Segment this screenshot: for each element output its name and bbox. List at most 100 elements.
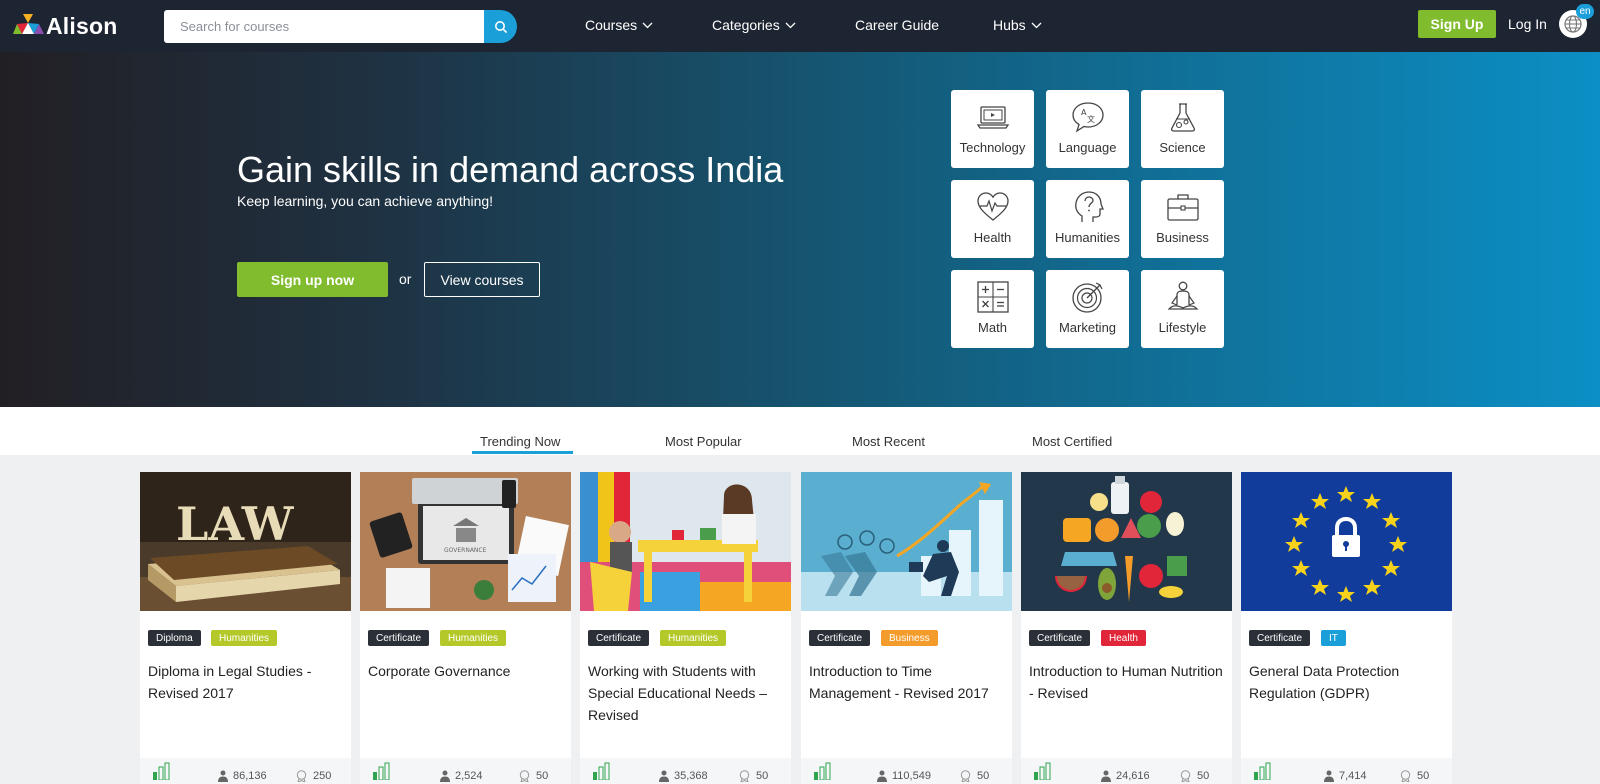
brand-name: Alison [46,12,118,39]
category-tile-health[interactable]: Health [951,180,1034,258]
view-courses-button[interactable]: View courses [424,262,540,297]
course-card[interactable]: LAW Diploma Humanities Diploma in Legal … [140,472,351,784]
course-image-time-chart [801,472,1012,611]
course-card[interactable]: Certificate Humanities Working with Stud… [580,472,791,784]
course-type-badge: Certificate [588,630,650,646]
course-image-eu-lock [1241,472,1452,611]
hero-banner: Gain skills in demand across India Keep … [0,52,1600,407]
level-bars-icon [373,762,390,780]
category-tile-science[interactable]: Science [1141,90,1224,168]
tab-most-popular[interactable]: Most Popular [665,434,742,449]
course-image-nutrition-food [1021,472,1232,611]
course-category-badge: Humanities [440,630,507,646]
category-tile-math[interactable]: Math [951,270,1034,348]
award-icon [1180,770,1191,782]
likes-count: 50 [959,770,989,782]
course-title[interactable]: Introduction to Time Management - Revise… [809,660,1004,704]
svg-text:GOVERNANCE: GOVERNANCE [444,547,487,554]
heartbeat-icon [976,192,1009,221]
course-stats: 110,549 50 [801,758,1012,784]
likes-count: 50 [1399,770,1429,782]
course-stats: 2,524 50 [360,758,571,784]
course-type-badge: Certificate [1029,630,1091,646]
learner-icon [440,770,450,782]
course-card[interactable]: Certificate Business Introduction to Tim… [801,472,1012,784]
course-title[interactable]: Corporate Governance [368,660,563,682]
nav-career-guide[interactable]: Career Guide [855,17,939,33]
tab-most-recent[interactable]: Most Recent [852,434,925,449]
learners-count: 110,549 [877,770,931,782]
course-type-badge: Certificate [809,630,871,646]
login-link[interactable]: Log In [1508,16,1547,32]
course-type-badge: Certificate [368,630,430,646]
search-bar [164,10,517,43]
learners-count: 24,616 [1101,770,1150,782]
signup-now-button[interactable]: Sign up now [237,262,388,297]
course-type-badge: Diploma [148,630,201,646]
chevron-down-icon [785,22,796,28]
chevron-down-icon [642,22,653,28]
course-image-governance-desk: GOVERNANCE [360,472,571,611]
level-bars-icon [1254,762,1271,780]
course-title[interactable]: Diploma in Legal Studies - Revised 2017 [148,660,343,704]
nav-courses[interactable]: Courses [585,17,653,33]
award-icon [960,770,971,782]
course-category-badge: Health [1101,630,1146,646]
search-input[interactable] [164,10,484,43]
hero-title: Gain skills in demand across India [237,149,784,190]
learner-icon [659,770,669,782]
likes-count: 250 [295,770,331,782]
chevron-down-icon [1031,22,1042,28]
learners-count: 7,414 [1324,770,1367,782]
briefcase-icon [1166,194,1199,221]
category-tile-marketing[interactable]: Marketing [1046,270,1129,348]
level-bars-icon [153,762,170,780]
course-tabs: Trending Now Most Popular Most Recent Mo… [0,407,1600,455]
likes-count: 50 [518,770,548,782]
course-category-badge: Humanities [660,630,727,646]
likes-count: 50 [1179,770,1209,782]
category-tile-lifestyle[interactable]: Lifestyle [1141,270,1224,348]
top-navbar: Alison Courses Categories Career Guide H… [0,0,1600,52]
level-bars-icon [1034,762,1051,780]
learners-count: 2,524 [440,770,483,782]
learner-icon [1101,770,1111,782]
nav-hubs[interactable]: Hubs [993,17,1042,33]
likes-count: 50 [738,770,768,782]
course-title[interactable]: Introduction to Human Nutrition - Revise… [1029,660,1224,704]
course-category-badge: Humanities [211,630,278,646]
category-tile-humanities[interactable]: Humanities [1046,180,1129,258]
signup-button[interactable]: Sign Up [1418,10,1496,38]
level-bars-icon [593,762,610,780]
search-icon [494,20,507,33]
course-image-law-book: LAW [140,472,351,611]
hero-subtitle: Keep learning, you can achieve anything! [237,193,494,209]
svg-text:文: 文 [1087,114,1095,124]
or-text: or [399,271,412,287]
award-icon [1400,770,1411,782]
nav-categories[interactable]: Categories [712,17,796,33]
category-tile-business[interactable]: Business [1141,180,1224,258]
award-icon [739,770,750,782]
course-card[interactable]: Certificate Health Introduction to Human… [1021,472,1232,784]
course-category-badge: IT [1321,630,1346,646]
tab-most-certified[interactable]: Most Certified [1032,434,1112,449]
search-button[interactable] [484,10,517,43]
speech-bubble-icon: A文 [1071,102,1104,133]
course-title[interactable]: Working with Students with Special Educa… [588,660,783,726]
category-tile-language[interactable]: A文 Language [1046,90,1129,168]
course-title[interactable]: General Data Protection Regulation (GDPR… [1249,660,1444,704]
course-card[interactable]: Certificate IT General Data Protection R… [1241,472,1452,784]
course-card[interactable]: GOVERNANCE Certificate Humanities Corpor… [360,472,571,784]
learner-icon [218,770,228,782]
course-image-classroom [580,472,791,611]
target-icon [1071,282,1103,313]
category-tile-technology[interactable]: Technology [951,90,1034,168]
learners-count: 86,136 [218,770,267,782]
level-bars-icon [814,762,831,780]
question-head-icon [1074,191,1104,222]
language-badge: en [1576,4,1594,19]
alison-logo[interactable]: Alison [13,13,117,39]
tab-trending-now[interactable]: Trending Now [480,434,560,449]
learner-icon [877,770,887,782]
